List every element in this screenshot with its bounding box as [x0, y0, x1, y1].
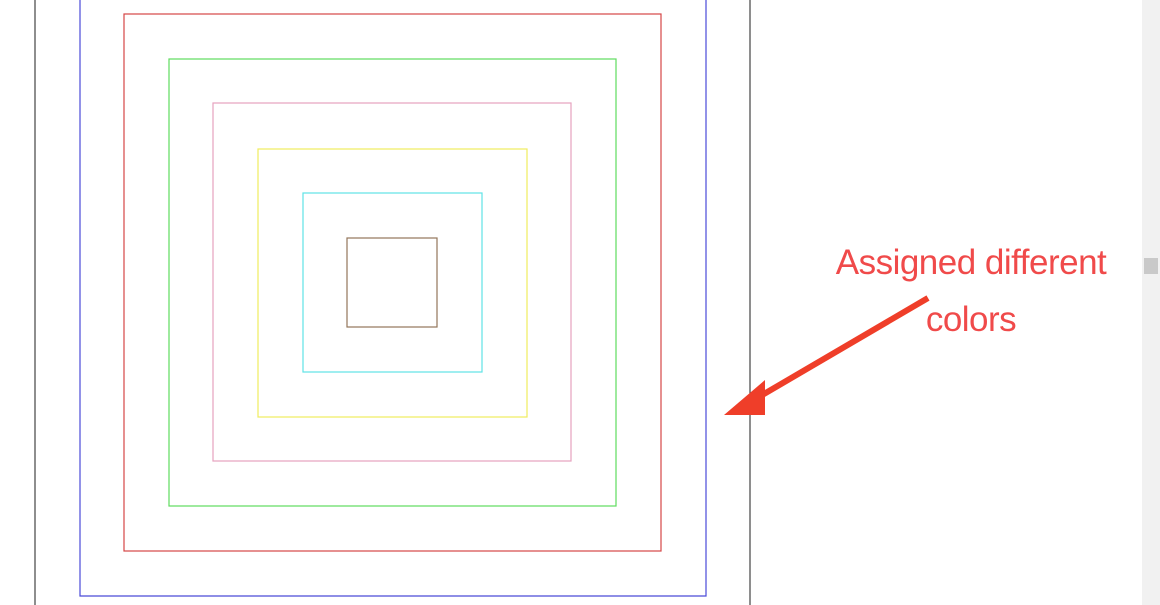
annotation-line-2: colors: [925, 300, 1017, 339]
annotation-text: Assigned different colors: [806, 234, 1136, 348]
red-square: [123, 13, 662, 552]
screenshot-stage: Assigned different colors: [0, 0, 1160, 605]
yellow-square: [257, 148, 528, 418]
green-square: [168, 58, 617, 507]
vertical-scrollbar[interactable]: [1142, 0, 1160, 605]
brown-square: [346, 237, 438, 328]
cyan-square: [302, 192, 483, 373]
annotation-line-1: Assigned different: [835, 243, 1107, 282]
pink-square: [212, 102, 572, 462]
scrollbar-thumb[interactable]: [1144, 258, 1158, 274]
annotation-arrow-head: [724, 380, 765, 415]
